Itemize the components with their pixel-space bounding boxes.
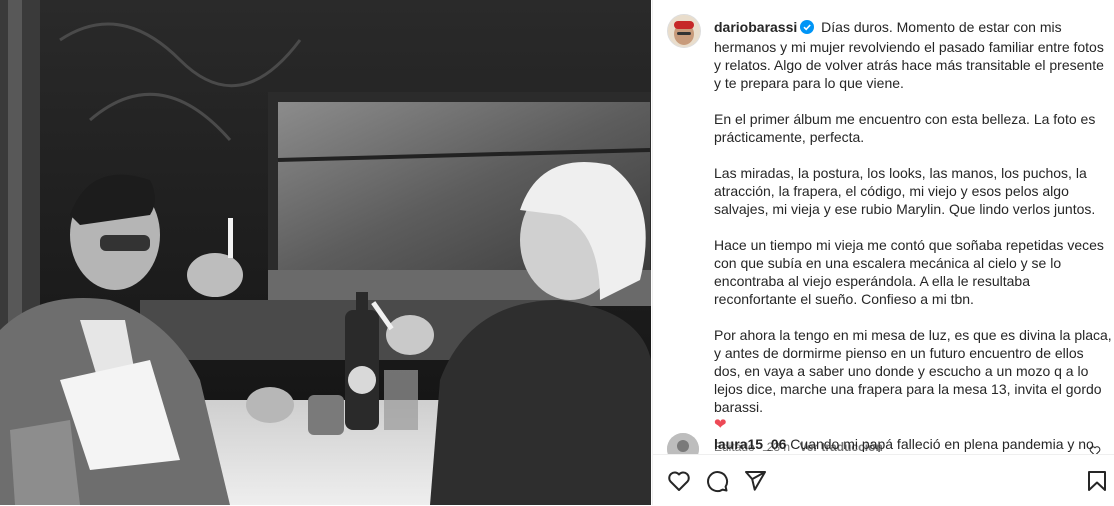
comment-username[interactable]: laura15_06 <box>714 436 786 452</box>
vintage-photo-image <box>0 0 651 505</box>
caption-paragraph-1: dariobarassi Días duros. Momento de esta… <box>714 18 1112 92</box>
post-caption: dariobarassi Días duros. Momento de esta… <box>714 18 1112 456</box>
avatar[interactable] <box>667 14 701 48</box>
comment-row: laura15_06 Cuando mi papá falleció en pl… <box>667 433 1104 465</box>
bookmark-icon[interactable] <box>1085 469 1109 493</box>
post-username[interactable]: dariobarassi <box>714 19 797 35</box>
post-photo[interactable] <box>0 0 651 505</box>
caption-paragraph-2: En el primer álbum me encuentro con esta… <box>714 111 1096 145</box>
verified-badge-icon <box>800 20 815 38</box>
caption-paragraph-4: Hace un tiempo mi vieja me contó que soñ… <box>714 237 1104 307</box>
comment-text-line: laura15_06 Cuando mi papá falleció en pl… <box>714 435 1104 453</box>
profile-photo-icon <box>668 15 700 47</box>
caption-paragraph-5: Por ahora la tengo en mi mesa de luz, es… <box>714 327 1112 415</box>
action-bar <box>653 454 1114 506</box>
comment-icon[interactable] <box>705 469 729 493</box>
heart-icon[interactable] <box>667 469 691 493</box>
heart-emoji: ❤ <box>714 416 727 433</box>
comment-text: Cuando mi papá falleció en plena pandemi… <box>790 436 1094 452</box>
paper-plane-icon[interactable] <box>743 469 767 493</box>
post-side-panel: dariobarassi Días duros. Momento de esta… <box>652 0 1114 506</box>
caption-paragraph-3: Las miradas, la postura, los looks, las … <box>714 165 1096 217</box>
